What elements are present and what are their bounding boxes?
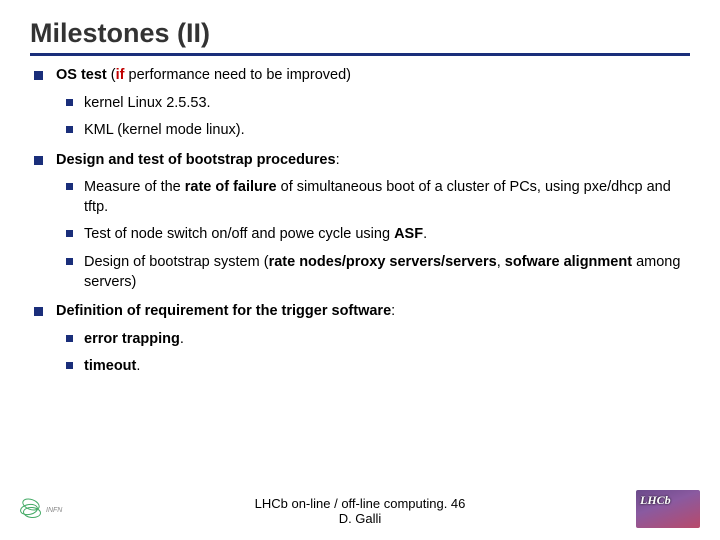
bullet-bootstrap: Design and test of bootstrap procedures:… [34,151,690,292]
text: . [423,226,427,242]
text: Design of bootstrap system ( [84,254,269,270]
bullet-os-test: OS test (if performance need to be impro… [34,66,690,141]
footer-line2: D. Galli [0,511,720,526]
trigger-heading: Definition of requirement for the trigge… [56,303,391,319]
text: performance need to be improved) [124,67,351,83]
footer: LHCb on-line / off-line computing. 46 D.… [0,496,720,526]
rate-nodes: rate nodes/proxy servers/servers [269,254,497,270]
infn-text: INFN [46,507,62,514]
text: ( [107,67,116,83]
bootstrap-heading: Design and test of bootstrap procedures [56,152,336,168]
rate-of-failure: rate of failure [185,179,277,195]
lhcb-text: LHCb [640,493,671,508]
slide-title: Milestones (II) [0,0,720,53]
infn-rings-icon [20,499,42,521]
sub-kernel-linux: kernel Linux 2.5.53. [56,94,690,114]
sub-timeout: timeout. [56,357,690,377]
asf-label: ASF [394,226,423,242]
colon: : [336,152,340,168]
colon: : [391,303,395,319]
slide-body: OS test (if performance need to be impro… [0,66,720,377]
text: , [497,254,505,270]
error-trapping: error trapping [84,331,180,347]
infn-logo: INFN [20,492,80,528]
title-underline [30,53,690,56]
sub-error-trapping: error trapping. [56,330,690,350]
timeout: timeout [84,358,136,374]
sub-bootstrap-design: Design of bootstrap system (rate nodes/p… [56,253,690,292]
text: Test of node switch on/off and powe cycl… [84,226,394,242]
footer-line1: LHCb on-line / off-line computing. 46 [0,496,720,511]
lhcb-logo: LHCb [636,490,700,528]
sub-asf: Test of node switch on/off and powe cycl… [56,225,690,245]
software-alignment: sofware alignment [505,254,632,270]
os-test-label: OS test [56,67,107,83]
sub-rate-of-failure: Measure of the rate of failure of simult… [56,178,690,217]
sub-kml: KML (kernel mode linux). [56,121,690,141]
bullet-trigger-req: Definition of requirement for the trigge… [34,302,690,377]
dot: . [180,331,184,347]
text: Measure of the [84,179,185,195]
dot: . [136,358,140,374]
